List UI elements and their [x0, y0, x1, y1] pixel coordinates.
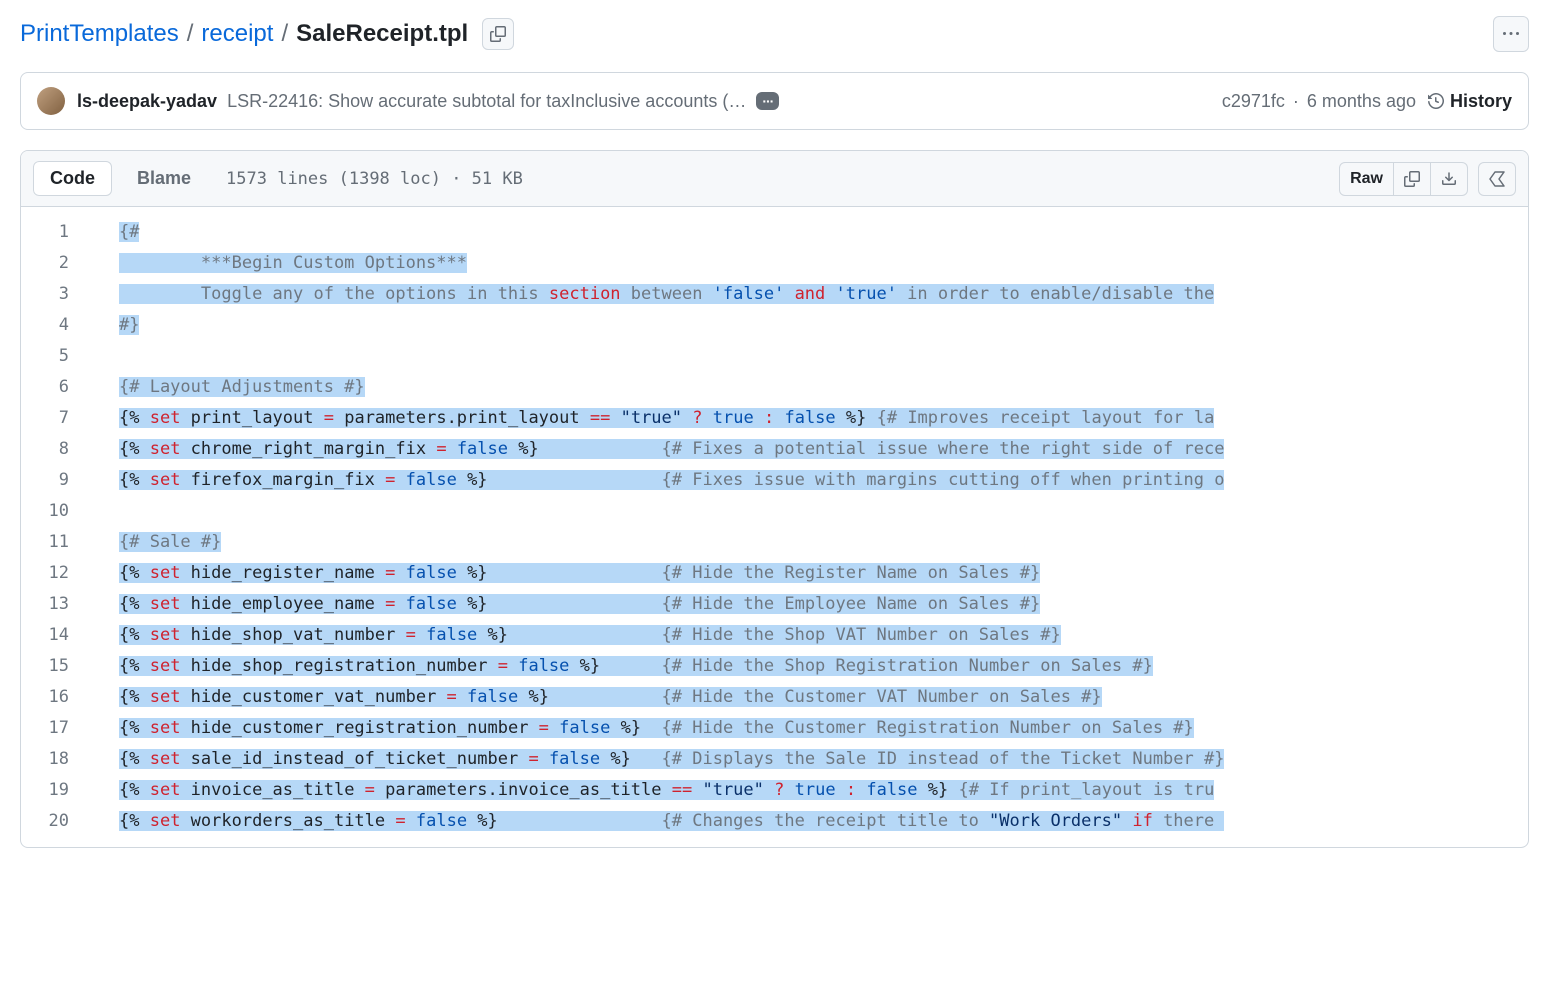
copy-raw-button[interactable]: [1394, 162, 1431, 196]
copy-icon: [1404, 171, 1420, 187]
code-line[interactable]: #}: [119, 310, 1528, 341]
code-line[interactable]: [119, 496, 1528, 527]
code-line[interactable]: [119, 341, 1528, 372]
tab-blame[interactable]: Blame: [120, 161, 208, 196]
breadcrumb-folder[interactable]: receipt: [201, 20, 273, 48]
breadcrumb-file: SaleReceipt.tpl: [296, 20, 468, 48]
file-header: Code Blame 1573 lines (1398 loc) · 51 KB…: [21, 151, 1528, 207]
symbols-button[interactable]: [1478, 162, 1516, 196]
code-area: 1234567891011121314151617181920 {# ***Be…: [21, 207, 1528, 847]
commit-time[interactable]: 6 months ago: [1307, 91, 1416, 112]
copy-path-button[interactable]: [482, 18, 514, 50]
history-label: History: [1450, 91, 1512, 112]
code-line[interactable]: {% set hide_customer_vat_number = false …: [119, 682, 1528, 713]
file-box: Code Blame 1573 lines (1398 loc) · 51 KB…: [20, 150, 1529, 848]
code-line[interactable]: Toggle any of the options in this sectio…: [119, 279, 1528, 310]
code-line[interactable]: {% set sale_id_instead_of_ticket_number …: [119, 744, 1528, 775]
code-line[interactable]: ***Begin Custom Options***: [119, 248, 1528, 279]
history-link[interactable]: History: [1428, 91, 1512, 112]
commit-meta: c2971fc · 6 months ago: [1222, 91, 1416, 112]
code-line[interactable]: {# Sale #}: [119, 527, 1528, 558]
code-line[interactable]: {#: [119, 217, 1528, 248]
raw-button[interactable]: Raw: [1339, 162, 1394, 196]
commit-author[interactable]: ls-deepak-yadav: [77, 91, 217, 112]
file-info: 1573 lines (1398 loc) · 51 KB: [226, 169, 523, 189]
copy-icon: [490, 26, 506, 42]
code-line[interactable]: {% set hide_shop_registration_number = f…: [119, 651, 1528, 682]
line-numbers: 1234567891011121314151617181920: [21, 207, 91, 847]
code-line[interactable]: {# Layout Adjustments #}: [119, 372, 1528, 403]
code-line[interactable]: {% set print_layout = parameters.print_l…: [119, 403, 1528, 434]
code-line[interactable]: {% set firefox_margin_fix = false %} {# …: [119, 465, 1528, 496]
expand-commit-button[interactable]: ···: [756, 92, 779, 110]
history-icon: [1428, 93, 1444, 109]
code-line[interactable]: {% set chrome_right_margin_fix = false %…: [119, 434, 1528, 465]
code-line[interactable]: {% set hide_customer_registration_number…: [119, 713, 1528, 744]
kebab-icon: [1503, 26, 1519, 42]
code-lines[interactable]: {# ***Begin Custom Options*** Toggle any…: [91, 207, 1528, 847]
download-button[interactable]: [1431, 162, 1468, 196]
header-row: PrintTemplates / receipt / SaleReceipt.t…: [20, 16, 1529, 52]
commit-sha[interactable]: c2971fc: [1222, 91, 1285, 112]
download-icon: [1441, 171, 1457, 187]
avatar[interactable]: [37, 87, 65, 115]
latest-commit-box: ls-deepak-yadav LSR-22416: Show accurate…: [20, 72, 1529, 130]
view-switch: Code Blame: [33, 161, 208, 196]
tab-code[interactable]: Code: [33, 161, 112, 196]
commit-message[interactable]: LSR-22416: Show accurate subtotal for ta…: [227, 91, 746, 112]
breadcrumb: PrintTemplates / receipt / SaleReceipt.t…: [20, 18, 514, 50]
breadcrumb-sep: /: [187, 20, 194, 48]
toolbar-right: Raw: [1339, 162, 1516, 196]
more-options-button[interactable]: [1493, 16, 1529, 52]
code-line[interactable]: {% set hide_register_name = false %} {# …: [119, 558, 1528, 589]
code-line[interactable]: {% set hide_shop_vat_number = false %} {…: [119, 620, 1528, 651]
symbols-icon: [1489, 171, 1505, 187]
code-line[interactable]: {% set invoice_as_title = parameters.inv…: [119, 775, 1528, 806]
breadcrumb-sep: /: [281, 20, 288, 48]
code-line[interactable]: {% set workorders_as_title = false %} {#…: [119, 806, 1528, 837]
code-line[interactable]: {% set hide_employee_name = false %} {# …: [119, 589, 1528, 620]
breadcrumb-root[interactable]: PrintTemplates: [20, 20, 179, 48]
